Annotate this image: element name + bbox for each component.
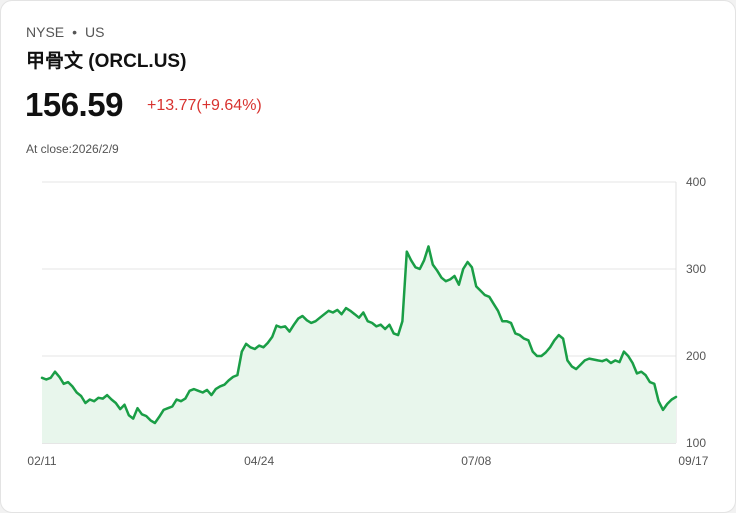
price-chart[interactable]: 100200300400 02/1104/2407/0809/1711/26 bbox=[0, 0, 736, 513]
x-tick-label: 07/08 bbox=[461, 454, 491, 468]
x-axis-ticks: 02/1104/2407/0809/1711/26 bbox=[27, 454, 708, 468]
y-tick-label: 200 bbox=[686, 349, 706, 363]
y-tick-label: 100 bbox=[686, 436, 706, 450]
x-tick-label: 09/17 bbox=[678, 454, 708, 468]
x-tick-label: 04/24 bbox=[244, 454, 274, 468]
y-tick-label: 400 bbox=[686, 175, 706, 189]
price-area-fill bbox=[42, 246, 676, 443]
y-axis-ticks: 100 200 300 400 bbox=[686, 175, 706, 450]
y-tick-label: 300 bbox=[686, 262, 706, 276]
x-tick-label: 02/11 bbox=[27, 454, 56, 468]
